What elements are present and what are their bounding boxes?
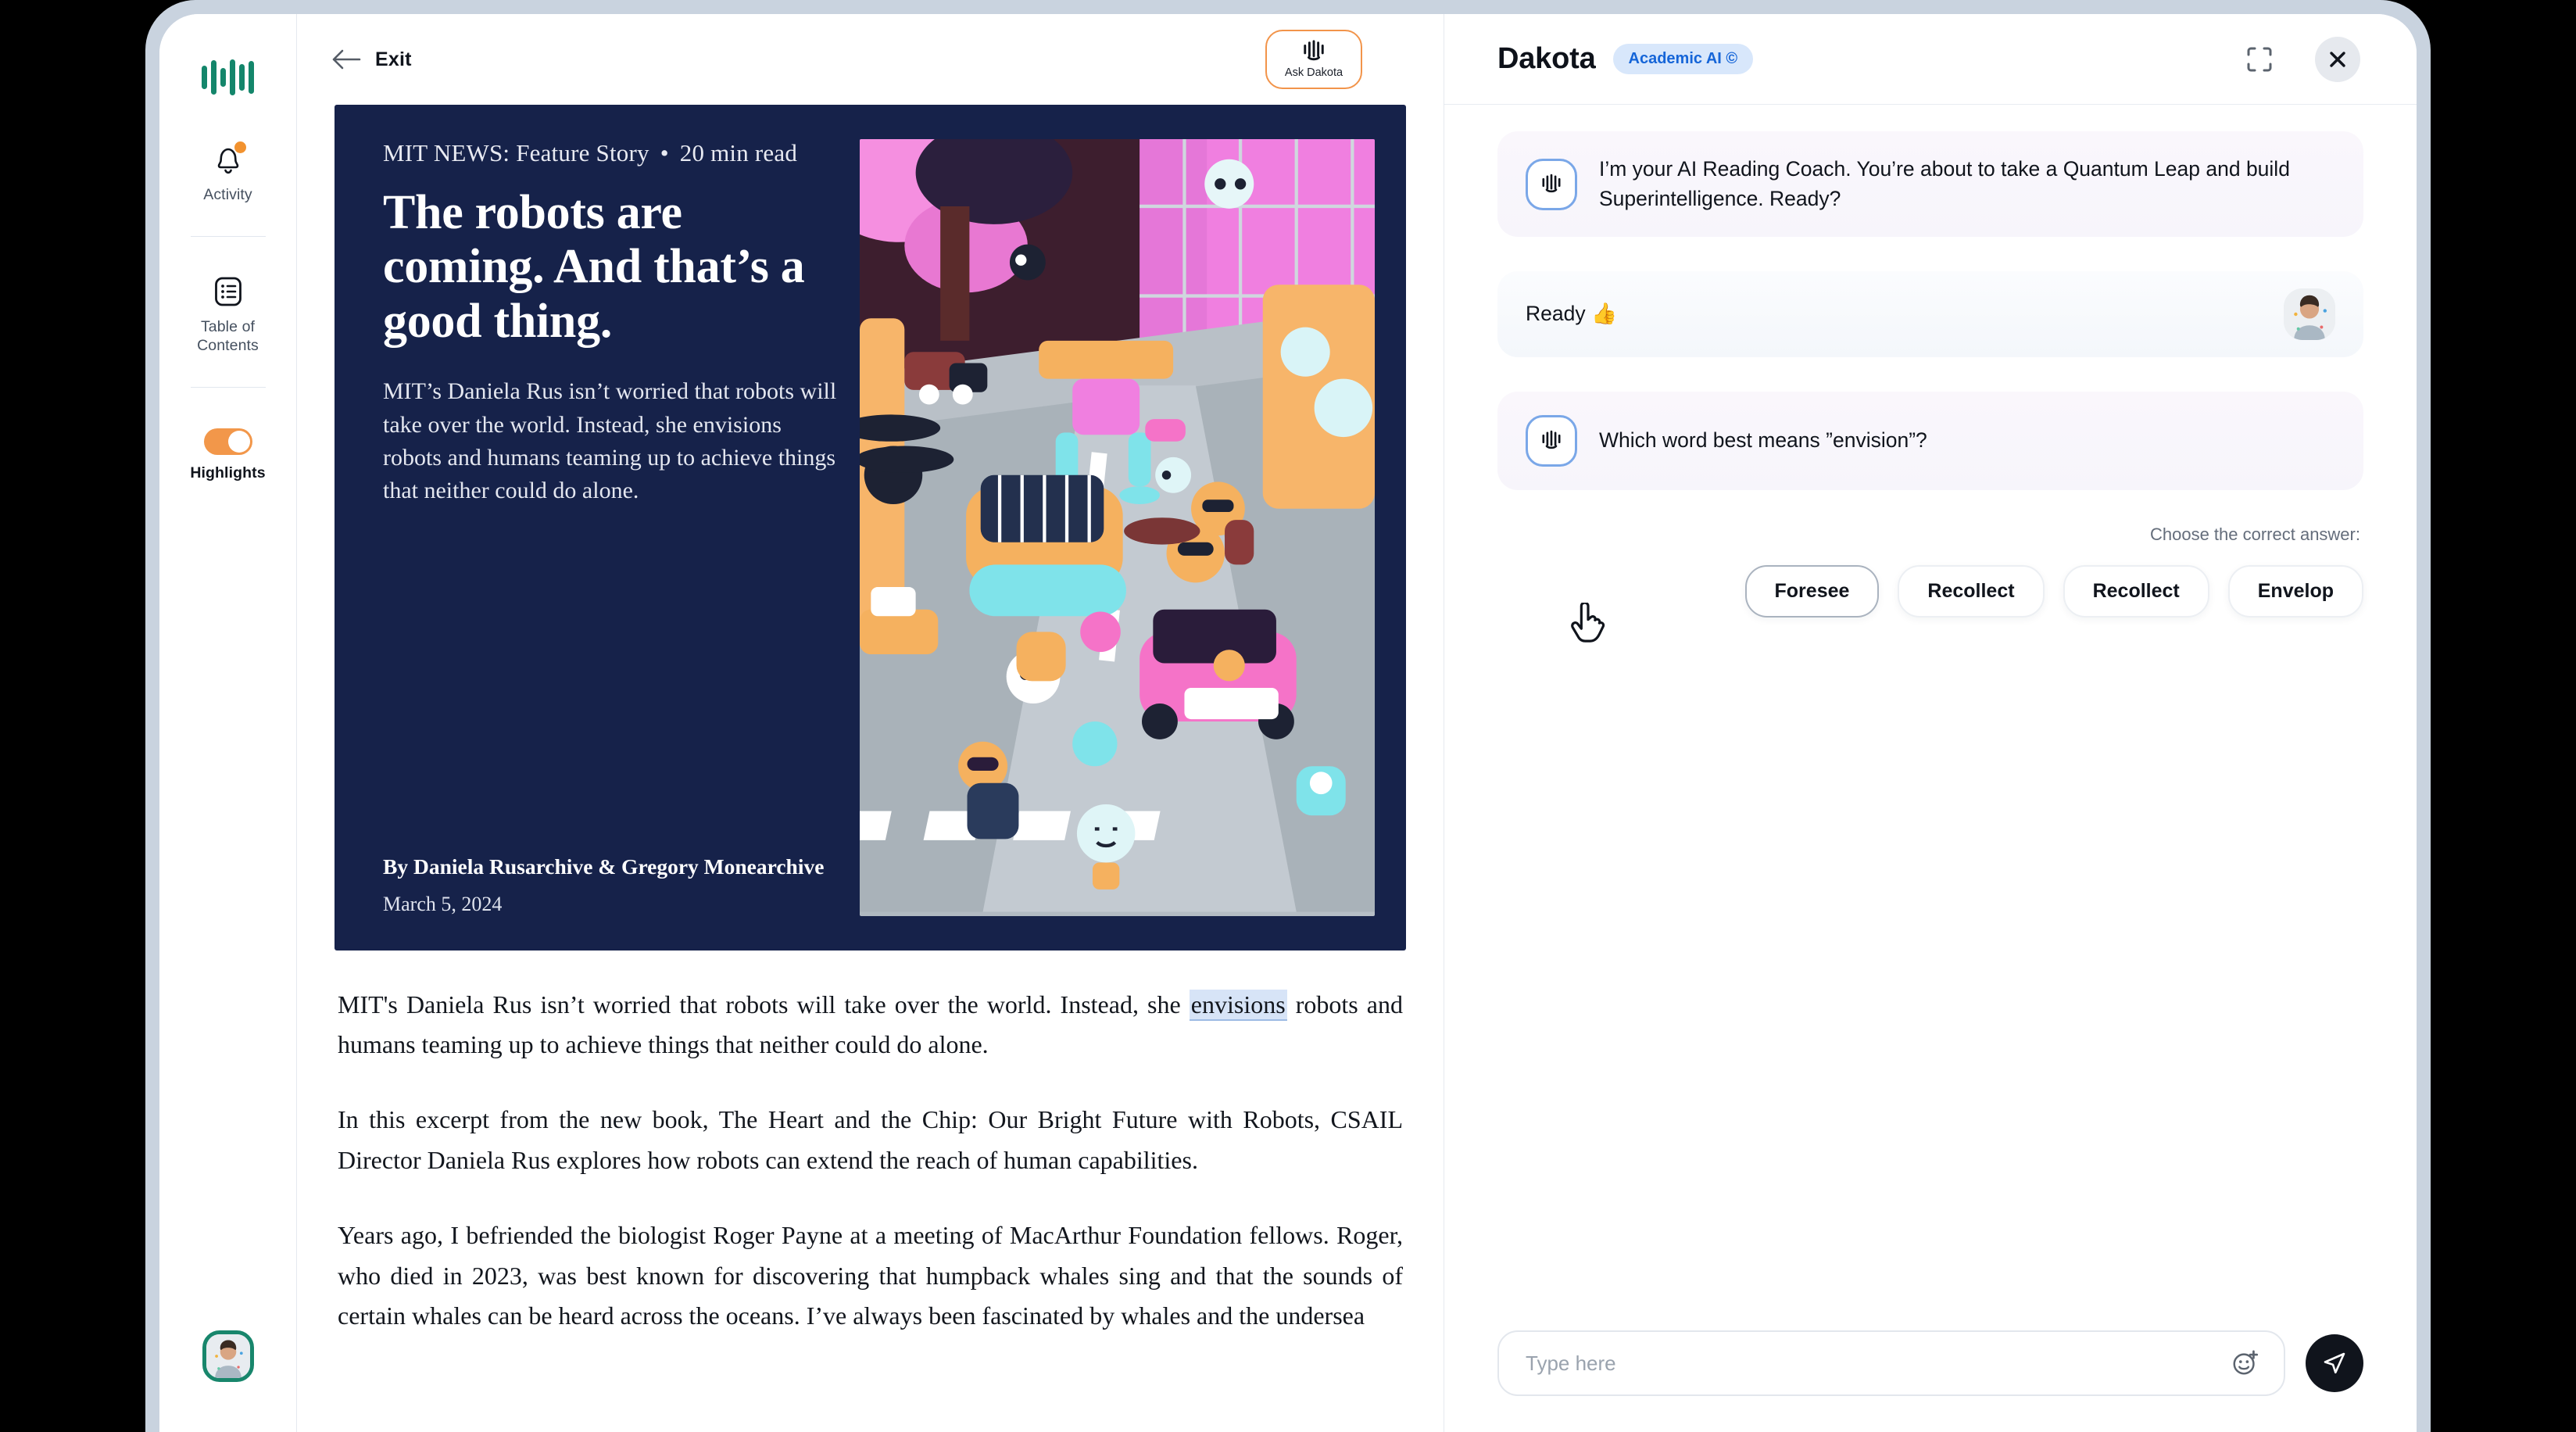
ask-dakota-label: Ask Dakota	[1284, 66, 1343, 79]
device-frame: Activity Table of Contents Highlights Ex…	[145, 0, 2431, 1432]
exit-button[interactable]: Exit	[327, 41, 417, 77]
activity-badge-dot	[234, 141, 246, 153]
sidebar-item-table-of-contents[interactable]: Table of Contents	[178, 270, 278, 360]
toc-label-line2: Contents	[197, 337, 259, 355]
left-sidebar: Activity Table of Contents Highlights	[159, 14, 297, 1432]
article-hero: MIT NEWS: Feature Story • 20 min read The …	[335, 105, 1406, 950]
article-kicker: MIT NEWS: Feature Story • 20 min read	[383, 139, 839, 167]
chat-composer	[1444, 1330, 2417, 1432]
highlighted-word[interactable]: envisions	[1189, 989, 1287, 1021]
article-byline: By Daniela Rusarchive & Gregory Monearch…	[383, 854, 825, 879]
waveform-logo-icon	[202, 59, 254, 95]
close-icon[interactable]	[2315, 36, 2360, 82]
list-document-icon	[214, 277, 242, 306]
chat-title: Dakota	[1497, 42, 1596, 75]
kicker-separator: •	[660, 139, 669, 166]
sidebar-item-activity[interactable]: Activity	[178, 136, 278, 209]
reader-pane: Exit Ask Dakota MIT NEWS: Feature Story •…	[297, 14, 1444, 1432]
mouse-pointer-hand-icon	[1571, 603, 1605, 643]
quiz-option-foresee[interactable]: Foresee	[1744, 565, 1880, 618]
hero-illustration	[860, 139, 1375, 916]
quiz-answers-block: Choose the correct answer: Foresee Recol…	[1497, 524, 2363, 643]
bell-icon	[211, 141, 246, 177]
ask-dakota-button[interactable]: Ask Dakota	[1265, 30, 1362, 89]
user-avatar[interactable]	[202, 1330, 254, 1382]
exit-label: Exit	[375, 48, 412, 70]
send-button[interactable]	[2306, 1334, 2363, 1392]
sidebar-item-highlights[interactable]: Highlights	[178, 424, 278, 488]
reader-toolbar: Exit Ask Dakota	[297, 14, 1444, 105]
sidebar-divider-1	[190, 235, 266, 238]
message-text: Which word best means ”envision”?	[1599, 428, 1927, 453]
ai-avatar-waveform-icon	[1526, 415, 1577, 467]
article-deck: MIT’s Daniela Rus isn’t worried that rob…	[383, 378, 837, 504]
user-avatar	[2284, 288, 2335, 341]
article-date: March 5, 2024	[383, 892, 503, 915]
quiz-options: Foresee Recollect Recollect Envelop	[1497, 565, 2363, 643]
highlights-toggle[interactable]	[203, 428, 252, 456]
sidebar-item-label-toc: Table of Contents	[197, 318, 259, 356]
expand-icon[interactable]	[2241, 41, 2277, 77]
sidebar-item-label-activity: Activity	[203, 186, 252, 203]
quiz-option-recollect-2[interactable]: Recollect	[2063, 565, 2209, 618]
hero-text-column: MIT NEWS: Feature Story • 20 min read The …	[383, 139, 860, 916]
ai-avatar-waveform-icon	[1526, 158, 1577, 210]
quiz-option-recollect-1[interactable]: Recollect	[1898, 565, 2045, 618]
toggle-knob	[227, 431, 250, 453]
page-title: The robots are coming. And that’s a good…	[383, 186, 805, 348]
article-paragraph: In this excerpt from the new book, The H…	[338, 1105, 1403, 1174]
emoji-add-icon[interactable]	[2227, 1345, 2263, 1381]
kicker-source: MIT NEWS: Feature Story	[383, 139, 649, 166]
paragraph-text-pre: MIT's Daniela Rus isn’t worried that rob…	[338, 990, 1190, 1019]
message-text: I’m your AI Reading Coach. You’re about …	[1599, 157, 2290, 210]
dakota-chat-panel: Dakota Academic AI © I’m your AI Reading…	[1444, 14, 2417, 1432]
chat-message-ai: I’m your AI Reading Coach. You’re about …	[1497, 131, 2363, 238]
quiz-option-envelop[interactable]: Envelop	[2227, 565, 2363, 618]
article-content: MIT NEWS: Feature Story • 20 min read The …	[297, 105, 1444, 1432]
article-paragraph: MIT's Daniela Rus isn’t worried that rob…	[335, 985, 1406, 1066]
chat-message-user: Ready 👍	[1497, 271, 2363, 358]
read-time: 20 min read	[679, 139, 798, 166]
chat-messages: I’m your AI Reading Coach. You’re about …	[1444, 105, 2417, 1330]
sidebar-divider-2	[190, 386, 266, 388]
chat-input[interactable]	[1526, 1351, 2227, 1376]
status-badge: Academic AI ©	[1612, 44, 1754, 74]
message-text: Ready 👍	[1526, 302, 1617, 326]
toc-label-line1: Table of	[200, 318, 256, 336]
app-screen: Activity Table of Contents Highlights Ex…	[159, 14, 2417, 1432]
chat-message-ai: Which word best means ”envision”?	[1497, 392, 2363, 491]
sidebar-item-label-highlights: Highlights	[190, 464, 266, 482]
quiz-prompt: Choose the correct answer:	[2149, 524, 2360, 545]
article-paragraph: Years ago, I befriended the biologist Ro…	[338, 1220, 1403, 1330]
chat-input-wrapper[interactable]	[1497, 1330, 2285, 1396]
chat-header: Dakota Academic AI ©	[1444, 14, 2417, 105]
waveform-icon	[1304, 40, 1324, 61]
arrow-left-icon	[332, 49, 361, 70]
